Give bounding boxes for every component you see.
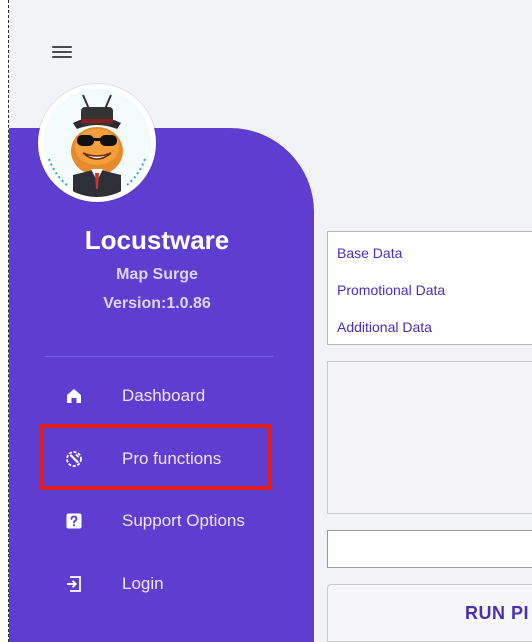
data-row-promotional-data[interactable]: Promotional Data xyxy=(337,282,445,298)
locust-mascot-icon xyxy=(43,89,151,197)
sidebar-item-label: Login xyxy=(122,574,164,593)
sidebar-item-label: Support Options xyxy=(122,511,245,530)
question-mark-icon xyxy=(66,513,82,529)
version-label: Version:1.0.86 xyxy=(103,295,211,312)
home-icon xyxy=(67,389,81,403)
data-source-list: Base Data Promotional Data Additional Da… xyxy=(327,231,532,345)
sidebar-item-login[interactable]: Login xyxy=(45,561,275,607)
sidebar-item-label: Dashboard xyxy=(122,386,206,405)
sidebar-item-support-options[interactable]: Support Options xyxy=(45,498,275,544)
data-row-additional-data[interactable]: Additional Data xyxy=(337,319,432,335)
sidebar-divider xyxy=(45,356,273,357)
login-icon xyxy=(67,576,81,592)
sidebar-item-pro-functions[interactable]: Pro functions xyxy=(45,436,275,482)
hamburger-menu-icon[interactable] xyxy=(52,44,72,60)
pro-tools-icon xyxy=(66,451,82,467)
output-log-area[interactable] xyxy=(327,361,532,514)
mascot-avatar xyxy=(38,84,156,202)
run-button[interactable]: RUN PI xyxy=(327,584,532,642)
product-name: Map Surge xyxy=(116,266,198,283)
command-input[interactable] xyxy=(327,530,532,568)
window-edge xyxy=(0,0,9,642)
data-row-base-data[interactable]: Base Data xyxy=(337,245,402,261)
sidebar-item-label: Pro functions xyxy=(122,449,222,468)
brand-title: Locustware xyxy=(84,225,230,255)
sidebar-item-dashboard[interactable]: Dashboard xyxy=(45,373,275,419)
